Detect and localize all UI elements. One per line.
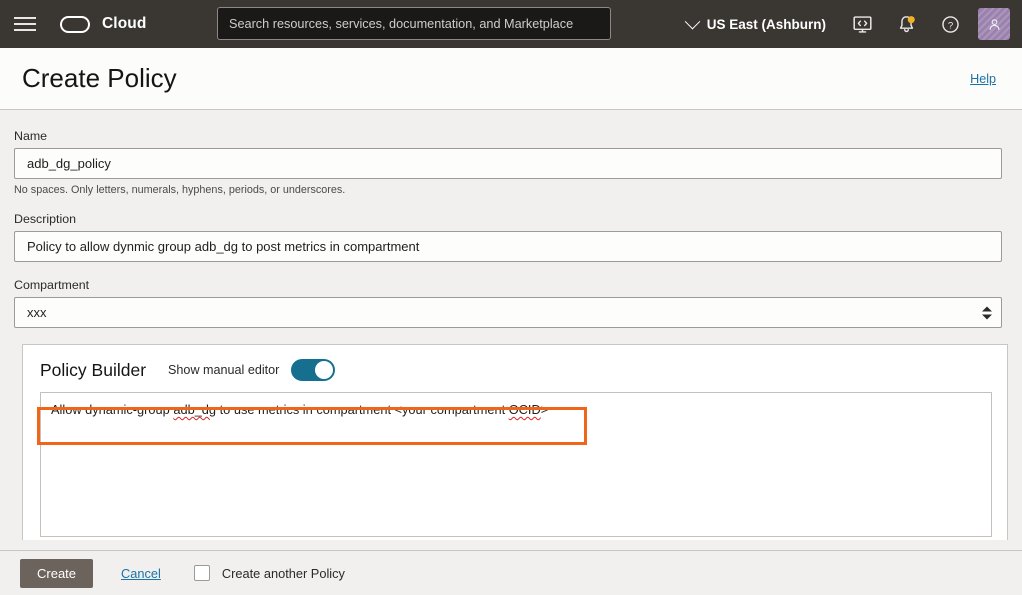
policy-builder-header: Policy Builder Show manual editor bbox=[40, 359, 991, 381]
create-policy-form: Name No spaces. Only letters, numerals, … bbox=[0, 110, 1022, 328]
hamburger-bar bbox=[14, 23, 36, 25]
manual-editor-toggle-label: Show manual editor bbox=[168, 363, 279, 377]
up-down-chevron-icon[interactable] bbox=[982, 306, 992, 319]
brand-home-link[interactable]: Cloud bbox=[60, 15, 146, 33]
top-bar-right-group: US East (Ashburn) ? bbox=[673, 0, 1012, 48]
page-title: Create Policy bbox=[22, 63, 177, 94]
region-selector[interactable]: US East (Ashburn) bbox=[673, 0, 840, 48]
name-input[interactable] bbox=[25, 155, 991, 172]
statement-suffix: > bbox=[541, 402, 548, 417]
hamburger-bar bbox=[14, 17, 36, 19]
description-label: Description bbox=[14, 212, 1008, 226]
name-label: Name bbox=[14, 129, 1008, 143]
chevron-up-glyph bbox=[982, 306, 992, 311]
description-field-group: Description bbox=[14, 212, 1008, 262]
search-input[interactable] bbox=[227, 16, 601, 32]
compartment-input[interactable] bbox=[25, 304, 991, 321]
compartment-field-group: Compartment bbox=[14, 278, 1008, 328]
hamburger-bar bbox=[14, 29, 36, 31]
manual-editor-toggle[interactable] bbox=[291, 359, 335, 381]
name-field-group: Name No spaces. Only letters, numerals, … bbox=[14, 129, 1008, 196]
create-another-policy-label: Create another Policy bbox=[222, 566, 345, 581]
name-input-wrapper[interactable] bbox=[14, 148, 1002, 179]
manual-editor-toggle-group[interactable]: Show manual editor bbox=[168, 359, 335, 381]
statement-prefix: Allow dynamic-group bbox=[51, 402, 173, 417]
description-input-wrapper[interactable] bbox=[14, 231, 1002, 262]
oracle-logo-icon bbox=[60, 16, 90, 33]
chevron-down-icon bbox=[684, 13, 700, 29]
cancel-link[interactable]: Cancel bbox=[121, 566, 161, 581]
create-another-policy-checkbox[interactable] bbox=[194, 565, 210, 581]
name-help-text: No spaces. Only letters, numerals, hyphe… bbox=[14, 184, 1008, 196]
top-navigation-bar: Cloud US East (Ashburn) bbox=[0, 0, 1022, 48]
hamburger-menu-icon[interactable] bbox=[14, 13, 40, 35]
help-link[interactable]: Help bbox=[970, 72, 996, 86]
create-another-policy-checkbox-group[interactable]: Create another Policy bbox=[194, 565, 345, 581]
policy-builder-title: Policy Builder bbox=[40, 360, 146, 381]
toggle-knob bbox=[315, 361, 333, 379]
policy-statement-textarea[interactable]: Allow dynamic-group adb_dg to use metric… bbox=[40, 392, 992, 537]
form-action-bar: Create Cancel Create another Policy bbox=[0, 550, 1022, 595]
page-header: Create Policy Help bbox=[0, 48, 1022, 110]
brand-name-label: Cloud bbox=[102, 15, 146, 33]
search-box[interactable] bbox=[217, 7, 611, 40]
statement-misspelled-ocid: OCID bbox=[509, 402, 541, 417]
notifications-bell-icon[interactable] bbox=[884, 0, 928, 48]
description-input[interactable] bbox=[25, 238, 991, 255]
statement-middle: to use metrics in compartment <your comp… bbox=[216, 402, 509, 417]
help-question-icon[interactable]: ? bbox=[928, 0, 972, 48]
region-label: US East (Ashburn) bbox=[707, 17, 826, 32]
policy-builder-card: Policy Builder Show manual editor Allow … bbox=[22, 344, 1008, 540]
compartment-label: Compartment bbox=[14, 278, 1008, 292]
compartment-select-wrapper[interactable] bbox=[14, 297, 1002, 328]
create-button[interactable]: Create bbox=[20, 559, 93, 588]
chevron-down-glyph bbox=[982, 314, 992, 319]
statement-misspelled-group-name: adb_dg bbox=[173, 402, 216, 417]
svg-text:?: ? bbox=[947, 20, 952, 31]
cloud-shell-icon[interactable] bbox=[840, 0, 884, 48]
user-avatar[interactable] bbox=[978, 8, 1010, 40]
